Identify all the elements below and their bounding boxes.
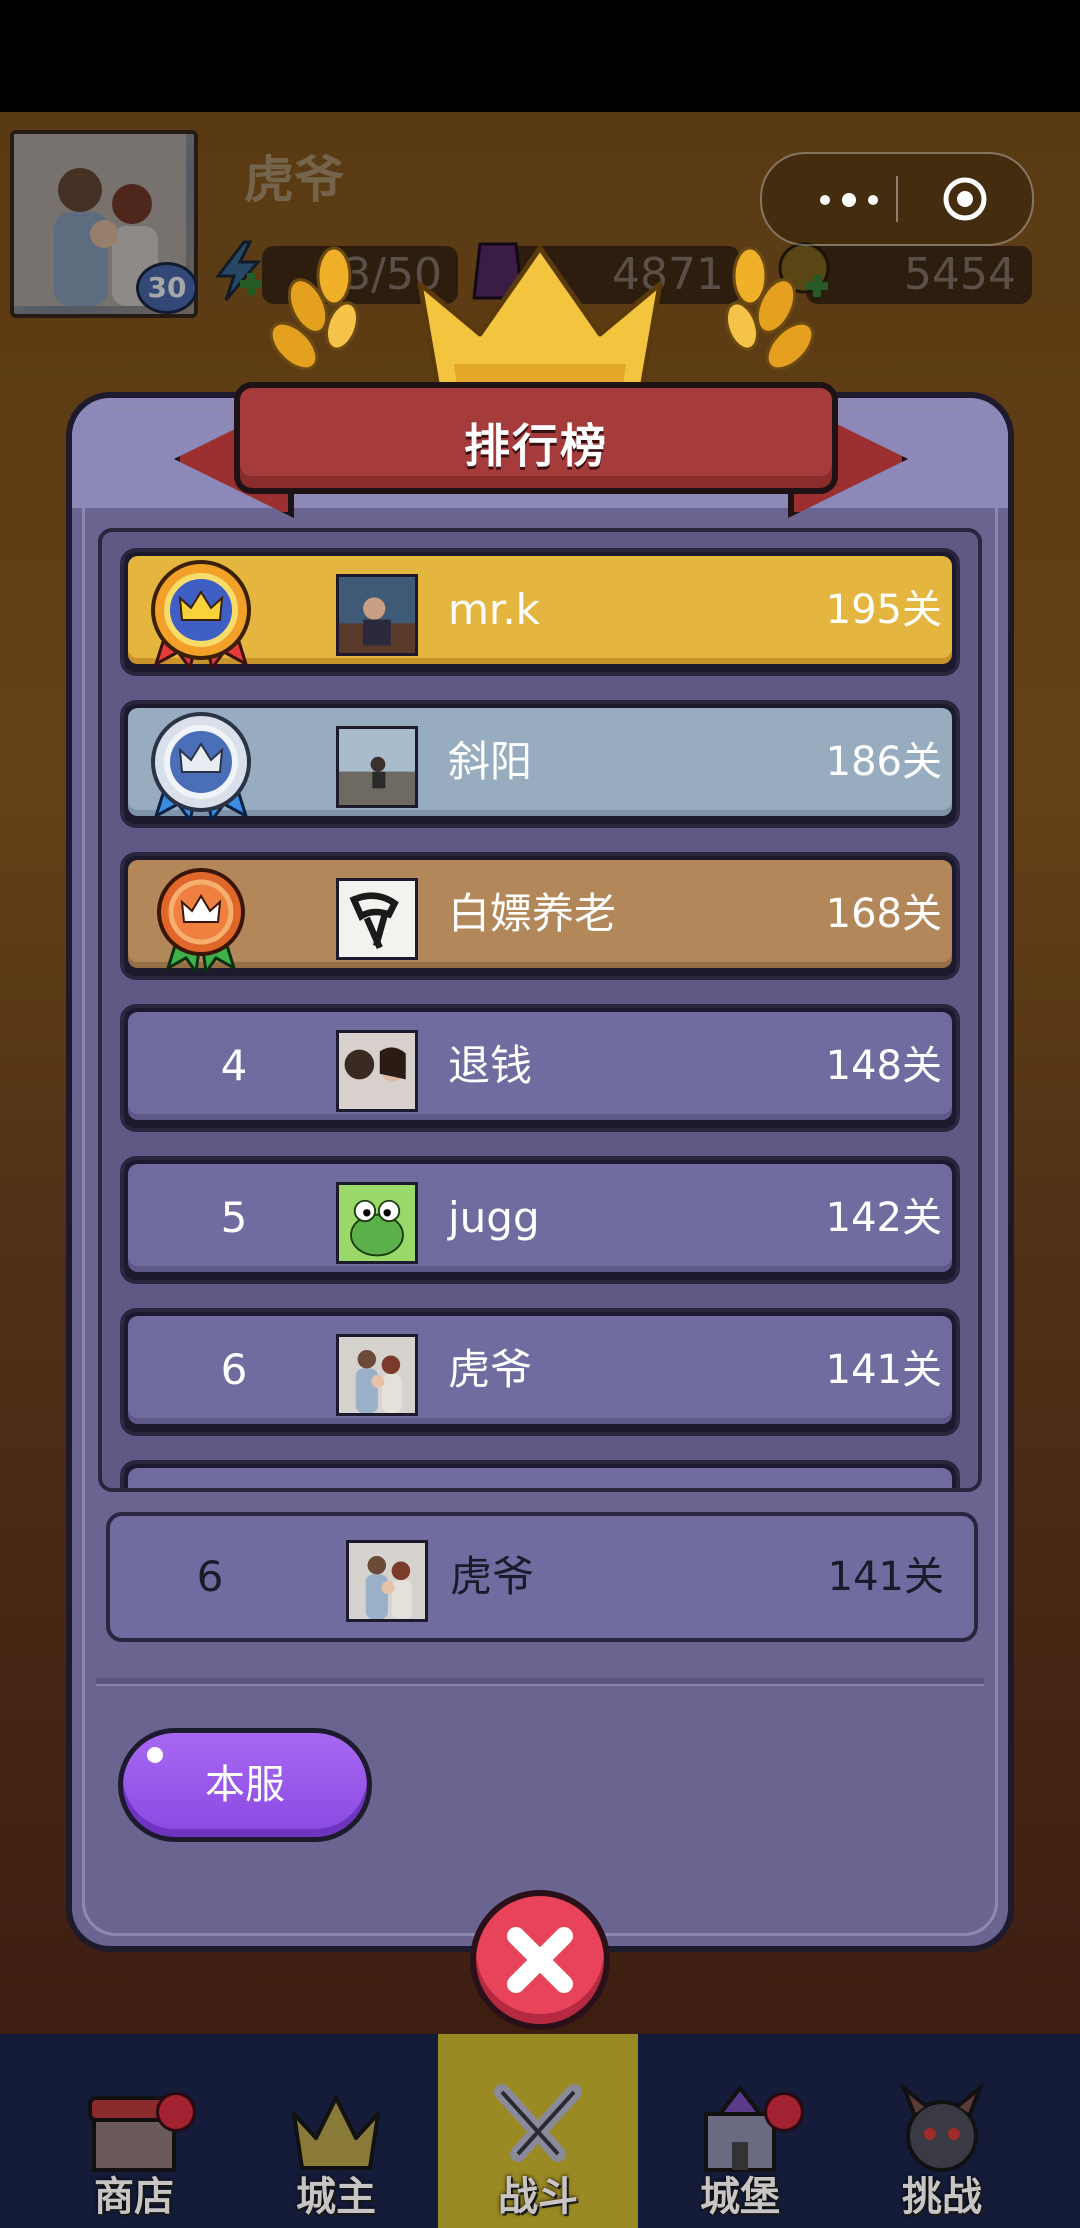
tab-label: 城堡 [700, 2174, 780, 2220]
tab-label: 城主 [296, 2174, 376, 2220]
tab-label: 商店 [94, 2174, 174, 2220]
user-avatar-2 [336, 726, 418, 808]
leaderboard-row-6: 6 虎爷 141关 [120, 1308, 960, 1436]
section-divider [96, 1678, 984, 1686]
rank-number: 4 [220, 1041, 248, 1090]
leaderboard-row-5: 5 jugg 142关 [120, 1156, 960, 1284]
leaderboard-row-1: mr.k 195关 [120, 548, 960, 676]
tab-battle[interactable]: 战斗 [438, 2034, 638, 2228]
server-tab-button[interactable]: 本服 [118, 1728, 372, 1842]
bottom-tab-bar: 商店 城主 战斗 城堡 挑战 [0, 2034, 1080, 2228]
leaderboard-row-partial [120, 1460, 960, 1488]
rank-number: 5 [220, 1193, 248, 1242]
modal-title: 排行榜 [464, 419, 608, 473]
bronze-crown-medal-icon [157, 868, 245, 972]
close-button[interactable] [470, 1890, 610, 2030]
user-avatar-5 [336, 1182, 418, 1264]
row-face [128, 1468, 952, 1488]
status-bar [0, 0, 1080, 112]
silver-crown-medal-icon [151, 712, 251, 820]
gold-crown-medal-icon [151, 560, 251, 668]
tab-lord[interactable]: 城主 [236, 2034, 436, 2228]
user-score: 142关 [825, 1195, 942, 1241]
rank-number: 6 [220, 1345, 248, 1394]
my-rank-number: 6 [196, 1552, 224, 1601]
castle-badge-dot [764, 2092, 804, 2132]
tab-shop[interactable]: 商店 [34, 2034, 234, 2228]
user-name: jugg [448, 1193, 540, 1242]
laurel-left-icon [269, 246, 360, 371]
user-name: 白嫖养老 [448, 889, 617, 938]
user-avatar-1 [336, 574, 418, 656]
shop-badge-dot [156, 2092, 196, 2132]
user-avatar-4 [336, 1030, 418, 1112]
wechat-capsule [760, 152, 1034, 246]
user-name: 斜阳 [448, 737, 533, 786]
my-score: 141关 [827, 1554, 944, 1600]
tab-label: 挑战 [902, 2174, 982, 2220]
tab-label: 战斗 [498, 2174, 578, 2220]
user-avatar-3 [336, 878, 418, 960]
leaderboard-row-3: 白嫖养老 168关 [120, 852, 960, 980]
title-ribbon: 排行榜 [234, 382, 838, 494]
user-name: 退钱 [448, 1041, 533, 1090]
button-shine [147, 1747, 163, 1763]
target-circle-icon[interactable] [942, 176, 988, 222]
user-score: 195关 [825, 587, 942, 633]
my-rank-row: 6 虎爷 141关 [106, 1512, 978, 1642]
crossed-swords-icon [494, 2084, 582, 2162]
leaderboard-row-4: 4 退钱 148关 [120, 1004, 960, 1132]
user-score: 168关 [825, 891, 942, 937]
tab-castle[interactable]: 城堡 [640, 2034, 840, 2228]
user-name: 虎爷 [448, 1345, 533, 1394]
my-name: 虎爷 [450, 1552, 535, 1601]
crown-icon [417, 245, 663, 403]
user-score: 148关 [825, 1043, 942, 1089]
tab-challenge[interactable]: 挑战 [842, 2034, 1042, 2228]
my-avatar [346, 1540, 428, 1622]
user-name: mr.k [448, 585, 540, 634]
laurel-right-icon [724, 246, 815, 371]
user-avatar-6 [336, 1334, 418, 1416]
server-tab-label: 本服 [205, 1762, 285, 1808]
capsule-divider [896, 176, 898, 222]
leaderboard-row-2: 斜阳 186关 [120, 700, 960, 828]
demon-icon [900, 2084, 984, 2172]
more-dots-icon[interactable] [798, 154, 898, 244]
close-x-icon [507, 1927, 573, 1993]
user-score: 141关 [825, 1347, 942, 1393]
user-score: 186关 [825, 739, 942, 785]
crown-icon [292, 2096, 380, 2170]
leaderboard-list[interactable]: mr.k 195关 斜阳 186关 白嫖养老 168关 4 退钱 148关 5 … [98, 528, 982, 1492]
